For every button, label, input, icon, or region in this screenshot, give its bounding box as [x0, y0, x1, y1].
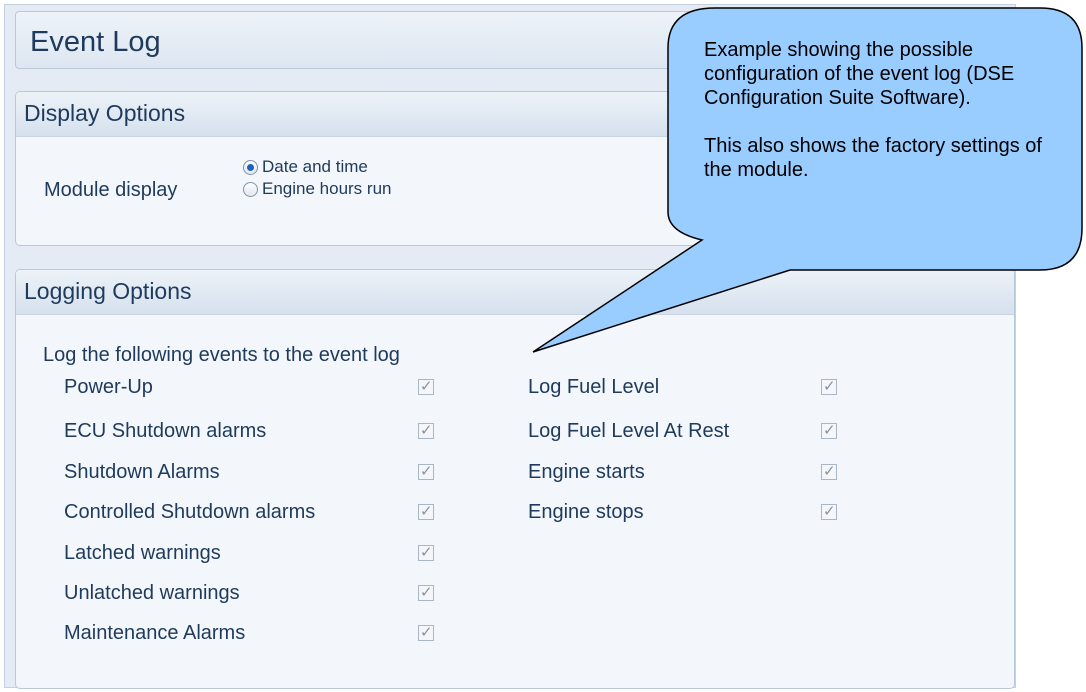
callout-text: Example showing the possible configurati… [704, 39, 1042, 181]
